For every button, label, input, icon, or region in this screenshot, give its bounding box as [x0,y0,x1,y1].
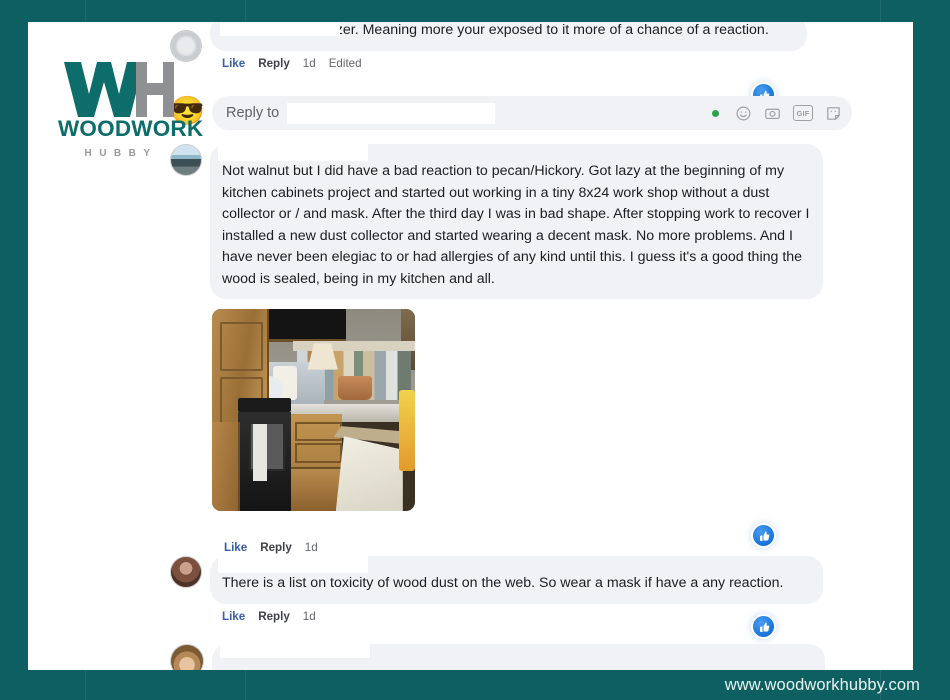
author-name-redaction [220,644,370,658]
author-name-redaction [218,556,368,573]
camera-icon[interactable] [764,105,781,122]
logo-monogram-icon [58,60,178,120]
reaction-badge-like[interactable] [753,525,774,546]
reply-button[interactable]: Reply [258,57,290,70]
footer-bar: www.woodworkhubby.com [0,670,950,700]
comment-item: Not walnut but I did have a bad reaction… [170,144,823,299]
gif-icon[interactable]: GIF [793,105,813,121]
logo-subtitle: HUBBY [84,147,158,159]
author-name-redaction [220,22,340,36]
comment-body [212,644,825,670]
timestamp[interactable]: 1d [303,57,316,70]
kitchen-photo[interactable] [212,309,415,511]
avatar[interactable] [170,556,202,588]
edited-label: Edited [328,56,362,70]
reaction-badge-like[interactable] [753,616,774,637]
avatar-image [171,31,201,61]
comment-body: There is a list on toxicity of wood dust… [210,556,823,623]
kitchen-photo-image [212,309,415,511]
brand-logo: WOODWORK HUBBY [58,60,204,159]
comment-body: Walnut is a sensitizer. Meaning more you… [210,22,810,70]
content-card: WOODWORK HUBBY Walnut is a sensitizer. M… [28,22,913,670]
timestamp[interactable]: 1d [303,610,316,623]
logo-wordmark: WOODWORK [58,116,204,141]
comment-actions: Like Reply 1d Edited [222,57,810,70]
avatar[interactable] [170,644,204,670]
reply-button[interactable]: Reply [260,541,292,554]
sticker-icon[interactable] [825,105,842,122]
comment-text: Not walnut but I did have a bad reaction… [210,144,823,299]
author-name-redaction [218,144,368,161]
timestamp[interactable]: 1d [305,541,318,554]
comment-item: Walnut is a sensitizer. Meaning more you… [170,22,810,70]
avatar[interactable] [170,30,202,62]
comment-item: There is a list on toxicity of wood dust… [170,556,823,623]
like-button[interactable]: Like [222,610,245,623]
page-frame: WOODWORK HUBBY Walnut is a sensitizer. M… [0,0,950,700]
comment-actions: Like Reply 1d [222,610,823,623]
comment-item [170,644,825,670]
reply-button[interactable]: Reply [258,610,290,623]
reply-input[interactable] [287,102,496,124]
comment-body: Not walnut but I did have a bad reaction… [210,144,823,299]
composer-tools: GIF [712,105,842,122]
reply-placeholder: Reply to [226,105,280,121]
facebook-comment-thread: Walnut is a sensitizer. Meaning more you… [160,22,913,670]
comment-actions: Like Reply 1d [224,541,318,554]
avatar-image [171,645,203,670]
avatar-image [171,557,201,587]
online-green-dot-icon [712,109,719,117]
reply-composer[interactable]: Reply to GIF [212,96,852,130]
emoji-icon[interactable] [735,105,752,122]
footer-website-url: www.woodworkhubby.com [724,675,920,694]
like-button[interactable]: Like [224,541,247,554]
like-button[interactable]: Like [222,57,245,70]
